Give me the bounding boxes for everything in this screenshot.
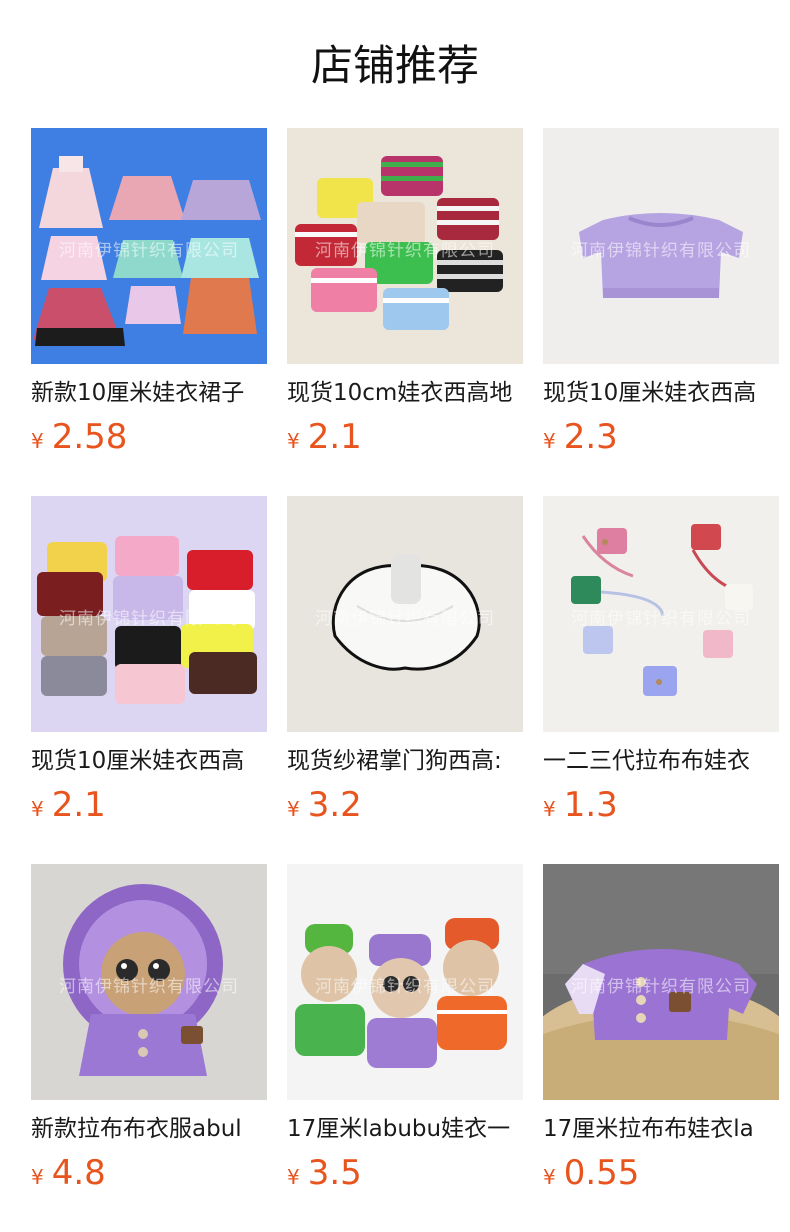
product-image[interactable]: 河南伊锦针织有限公司: [287, 864, 523, 1100]
price-amount: 2.1: [307, 417, 362, 457]
product-image[interactable]: 河南伊锦针织有限公司: [31, 864, 267, 1100]
product-card[interactable]: 河南伊锦针织有限公司 现货10cm娃衣西高地 ¥2.1: [287, 128, 523, 496]
currency-symbol: ¥: [287, 429, 300, 453]
price-amount: 1.3: [563, 785, 618, 825]
price-amount: 2.58: [51, 417, 128, 457]
product-title[interactable]: 现货10厘米娃衣西高: [543, 377, 779, 409]
product-price: ¥3.2: [287, 785, 523, 825]
currency-symbol: ¥: [31, 1165, 44, 1189]
product-price: ¥1.3: [543, 785, 779, 825]
page-title: 店铺推荐: [310, 41, 479, 90]
product-price: ¥2.1: [287, 417, 523, 457]
currency-symbol: ¥: [543, 1165, 556, 1189]
product-image[interactable]: 河南伊锦针织有限公司: [31, 128, 267, 364]
product-title[interactable]: 新款拉布布衣服abul: [31, 1113, 267, 1145]
product-card[interactable]: 河南伊锦针织有限公司 现货10厘米娃衣西高 ¥2.1: [31, 496, 267, 864]
currency-symbol: ¥: [543, 797, 556, 821]
product-title[interactable]: 现货10厘米娃衣西高: [31, 745, 267, 777]
product-title[interactable]: 一二三代拉布布娃衣: [543, 745, 779, 777]
product-card[interactable]: 河南伊锦针织有限公司 一二三代拉布布娃衣 ¥1.3: [543, 496, 779, 864]
product-card[interactable]: 河南伊锦针织有限公司 现货纱裙掌门狗西高: ¥3.2: [287, 496, 523, 864]
currency-symbol: ¥: [543, 429, 556, 453]
product-image[interactable]: 河南伊锦针织有限公司: [543, 864, 779, 1100]
product-price: ¥4.8: [31, 1153, 267, 1193]
price-amount: 2.3: [563, 417, 618, 457]
product-image[interactable]: 河南伊锦针织有限公司: [543, 128, 779, 364]
product-price: ¥2.58: [31, 417, 267, 457]
product-price: ¥0.55: [543, 1153, 779, 1193]
product-card[interactable]: 河南伊锦针织有限公司 现货10厘米娃衣西高 ¥2.3: [543, 128, 779, 496]
product-image[interactable]: 河南伊锦针织有限公司: [543, 496, 779, 732]
product-title[interactable]: 新款10厘米娃衣裙子: [31, 377, 267, 409]
product-price: ¥2.1: [31, 785, 267, 825]
product-price: ¥3.5: [287, 1153, 523, 1193]
product-title[interactable]: 17厘米labubu娃衣一: [287, 1113, 523, 1145]
product-title[interactable]: 17厘米拉布布娃衣la: [543, 1113, 779, 1145]
price-amount: 3.5: [307, 1153, 362, 1193]
product-title[interactable]: 现货纱裙掌门狗西高:: [287, 745, 523, 777]
product-title[interactable]: 现货10cm娃衣西高地: [287, 377, 523, 409]
price-amount: 0.55: [563, 1153, 640, 1193]
currency-symbol: ¥: [287, 1165, 300, 1189]
product-card[interactable]: 河南伊锦针织有限公司 新款拉布布衣服abul ¥4.8: [31, 864, 267, 1232]
price-amount: 2.1: [51, 785, 106, 825]
price-amount: 4.8: [51, 1153, 106, 1193]
product-price: ¥2.3: [543, 417, 779, 457]
product-card[interactable]: 河南伊锦针织有限公司 新款10厘米娃衣裙子 ¥2.58: [31, 128, 267, 496]
product-image[interactable]: 河南伊锦针织有限公司: [287, 496, 523, 732]
product-image[interactable]: 河南伊锦针织有限公司: [31, 496, 267, 732]
currency-symbol: ¥: [31, 429, 44, 453]
product-card[interactable]: 河南伊锦针织有限公司 17厘米labubu娃衣一 ¥3.5: [287, 864, 523, 1232]
price-amount: 3.2: [307, 785, 362, 825]
currency-symbol: ¥: [287, 797, 300, 821]
currency-symbol: ¥: [31, 797, 44, 821]
product-image[interactable]: 河南伊锦针织有限公司: [287, 128, 523, 364]
product-grid: 河南伊锦针织有限公司 新款10厘米娃衣裙子 ¥2.58 河南伊锦针织有限公司 现…: [31, 128, 779, 1232]
product-card[interactable]: 河南伊锦针织有限公司 17厘米拉布布娃衣la ¥0.55: [543, 864, 779, 1232]
